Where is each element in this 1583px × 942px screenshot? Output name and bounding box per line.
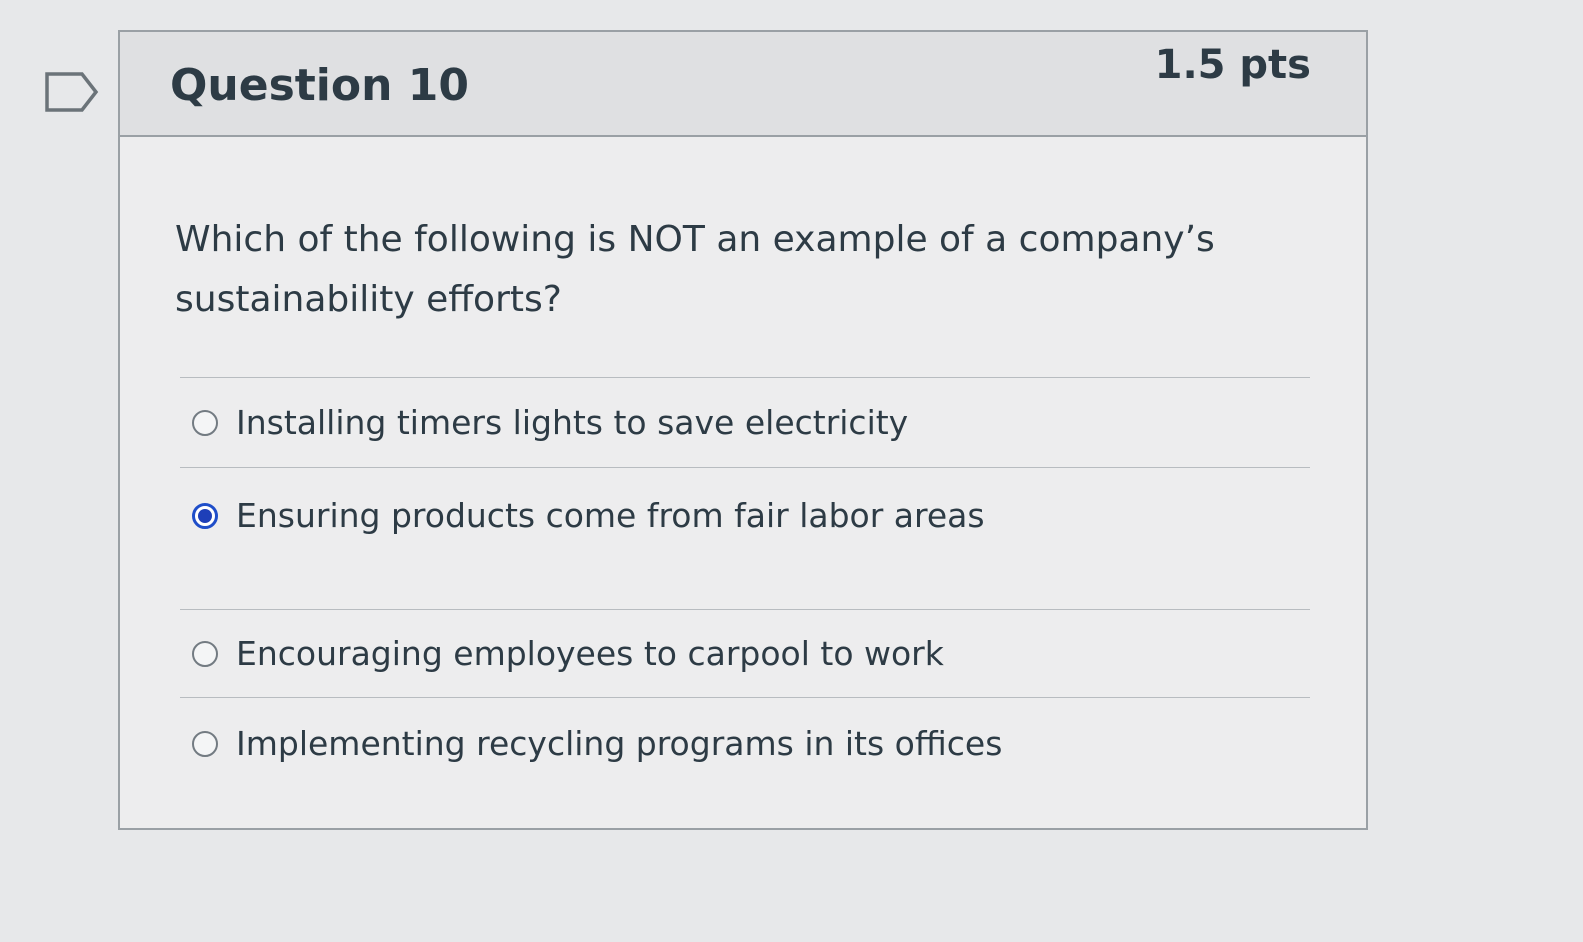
- flag-question-icon[interactable]: [44, 70, 100, 114]
- answer-option-4[interactable]: Implementing recycling programs in its o…: [180, 697, 1310, 789]
- answer-option-1[interactable]: Installing timers lights to save electri…: [180, 377, 1310, 467]
- radio-button-4[interactable]: [192, 730, 218, 757]
- question-text: Which of the following is NOT an example…: [175, 219, 1215, 320]
- question-header: Question 10 1.5 pts: [120, 32, 1366, 137]
- radio-button-2-selected[interactable]: [192, 503, 218, 529]
- question-card: Question 10 1.5 pts Which of the followi…: [118, 30, 1368, 830]
- answer-label-3[interactable]: Encouraging employees to carpool to work: [236, 634, 944, 673]
- answer-option-2[interactable]: Ensuring products come from fair labor a…: [180, 467, 1310, 609]
- answer-list: Installing timers lights to save electri…: [180, 377, 1310, 789]
- answer-label-4[interactable]: Implementing recycling programs in its o…: [236, 724, 1002, 763]
- radio-button-3[interactable]: [192, 640, 218, 667]
- radio-button-1[interactable]: [192, 409, 218, 436]
- question-points: 1.5 pts: [1154, 42, 1311, 88]
- answer-option-3[interactable]: Encouraging employees to carpool to work: [180, 609, 1310, 697]
- answer-label-1[interactable]: Installing timers lights to save electri…: [236, 403, 908, 442]
- answer-label-2[interactable]: Ensuring products come from fair labor a…: [236, 496, 985, 535]
- question-title: Question 10: [170, 60, 469, 111]
